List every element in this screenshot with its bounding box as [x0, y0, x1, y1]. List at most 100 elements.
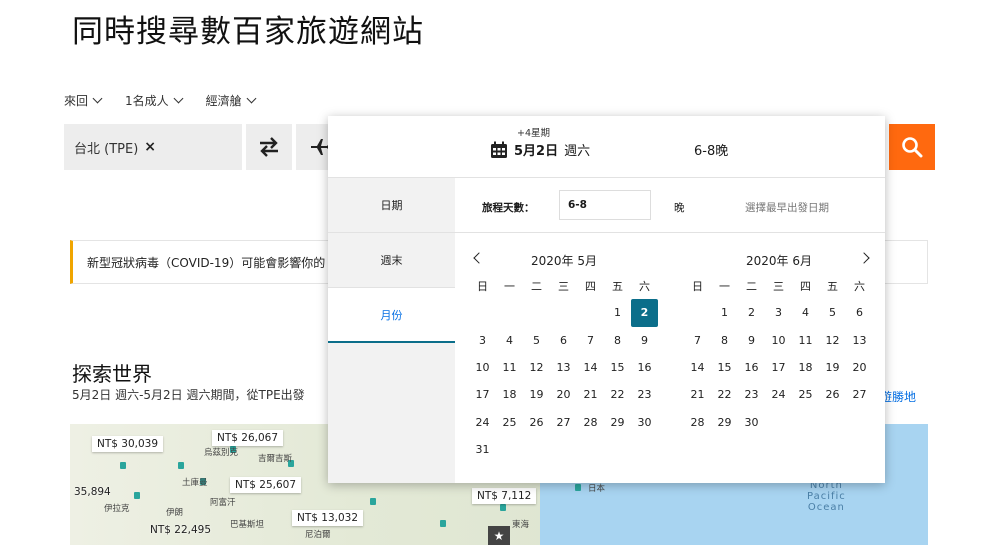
day-cell[interactable]: 7: [684, 327, 711, 354]
map-label: 土庫曼: [182, 478, 208, 488]
map-price-label[interactable]: NT$ 13,032: [292, 510, 364, 526]
day-cell[interactable]: 21: [577, 381, 604, 408]
day-cell[interactable]: 5: [819, 299, 846, 326]
weekday-header: 日: [692, 279, 703, 293]
nights-field[interactable]: 6-8晚: [694, 140, 728, 159]
day-cell[interactable]: 8: [711, 327, 738, 354]
clear-origin-icon[interactable]: ×: [144, 139, 156, 155]
day-cell[interactable]: 29: [604, 408, 631, 435]
day-cell[interactable]: 7: [577, 327, 604, 354]
day-cell[interactable]: 27: [846, 381, 873, 408]
day-cell[interactable]: 28: [684, 408, 711, 435]
day-cell[interactable]: 28: [577, 408, 604, 435]
origin-field[interactable]: 台北 (TPE) ×: [64, 124, 242, 170]
day-cell[interactable]: 1: [604, 299, 631, 326]
map-pin-icon[interactable]: [575, 484, 581, 491]
cabin-dropdown[interactable]: 經濟艙: [205, 92, 257, 109]
trip-type-dropdown[interactable]: 來回: [64, 92, 103, 109]
day-cell[interactable]: 11: [496, 354, 523, 381]
day-cell-selected[interactable]: 2: [631, 299, 658, 327]
duration-input[interactable]: 6-8: [559, 190, 651, 220]
day-cell[interactable]: 2: [738, 299, 765, 326]
day-cell[interactable]: 20: [550, 381, 577, 408]
day-cell[interactable]: 8: [604, 327, 631, 354]
day-cell[interactable]: 26: [819, 381, 846, 408]
calendar-header: 2020年 6月: [684, 248, 874, 272]
day-cell[interactable]: 12: [819, 327, 846, 354]
day-cell[interactable]: 13: [550, 354, 577, 381]
swap-button[interactable]: [246, 124, 292, 170]
day-cell[interactable]: 10: [469, 354, 496, 381]
travelers-dropdown[interactable]: 1名成人: [125, 92, 184, 109]
day-cell[interactable]: 24: [469, 408, 496, 435]
map-price-label[interactable]: NT$ 25,607: [230, 477, 302, 493]
day-cell[interactable]: 15: [604, 354, 631, 381]
day-cell[interactable]: 20: [846, 354, 873, 381]
day-cell[interactable]: 4: [496, 327, 523, 354]
map-pin-icon[interactable]: [500, 504, 506, 511]
day-cell[interactable]: 23: [738, 381, 765, 408]
day-cell[interactable]: 25: [496, 408, 523, 435]
star-icon[interactable]: ★: [488, 526, 510, 545]
day-cell[interactable]: 3: [765, 299, 792, 326]
day-cell[interactable]: 23: [631, 381, 658, 408]
tab-weekends[interactable]: 週末: [328, 233, 455, 288]
day-cell[interactable]: 22: [604, 381, 631, 408]
chevron-down-icon: [173, 93, 184, 104]
day-cell[interactable]: 14: [684, 354, 711, 381]
day-cell[interactable]: 27: [550, 408, 577, 435]
map-price-label[interactable]: NT$ 22,495: [150, 524, 211, 536]
day-cell[interactable]: 14: [577, 354, 604, 381]
day-cell[interactable]: 10: [765, 327, 792, 354]
day-cell[interactable]: 9: [631, 327, 658, 354]
day-cell[interactable]: 26: [523, 408, 550, 435]
map-pin-icon[interactable]: [134, 492, 140, 499]
map-price-label[interactable]: 35,894: [74, 486, 111, 498]
map-pin-icon[interactable]: [120, 462, 126, 469]
day-cell[interactable]: 1: [711, 299, 738, 326]
departure-date-field[interactable]: 5月2日 週六: [490, 140, 590, 159]
duration-note: 選擇最早出發日期: [745, 202, 829, 214]
search-button[interactable]: [889, 124, 935, 170]
map-pin-icon[interactable]: [440, 520, 446, 527]
day-cell[interactable]: 16: [631, 354, 658, 381]
chevron-left-icon[interactable]: [473, 252, 485, 264]
map-pin-icon[interactable]: [370, 498, 376, 505]
day-cell[interactable]: 19: [523, 381, 550, 408]
cabin-label: 經濟艙: [205, 94, 242, 108]
day-cell[interactable]: 16: [738, 354, 765, 381]
day-cell[interactable]: 12: [523, 354, 550, 381]
day-cell[interactable]: 5: [523, 327, 550, 354]
map-pin-icon[interactable]: [178, 462, 184, 469]
day-cell[interactable]: 31: [469, 436, 496, 463]
plane-icon: [311, 139, 330, 155]
day-cell[interactable]: 4: [792, 299, 819, 326]
day-cell[interactable]: 19: [819, 354, 846, 381]
page-headline: 同時搜尋數百家旅遊網站: [72, 14, 424, 50]
day-cell[interactable]: 30: [631, 408, 658, 435]
day-cell[interactable]: 30: [738, 408, 765, 435]
day-cell[interactable]: 6: [550, 327, 577, 354]
day-cell[interactable]: 13: [846, 327, 873, 354]
map-price-label[interactable]: NT$ 26,067: [212, 430, 284, 446]
day-cell[interactable]: 25: [792, 381, 819, 408]
tab-months[interactable]: 月份: [328, 288, 455, 343]
map-price-label[interactable]: NT$ 7,112: [472, 488, 537, 504]
day-cell[interactable]: 18: [792, 354, 819, 381]
day-cell[interactable]: 21: [684, 381, 711, 408]
day-cell[interactable]: 15: [711, 354, 738, 381]
day-cell[interactable]: 18: [496, 381, 523, 408]
tab-dates[interactable]: 日期: [328, 178, 455, 233]
explore-subtitle: 5月2日 週六-5月2日 週六期間，從TPE出發: [72, 388, 305, 402]
day-cell[interactable]: 11: [792, 327, 819, 354]
day-cell[interactable]: 29: [711, 408, 738, 435]
day-cell[interactable]: 24: [765, 381, 792, 408]
day-cell[interactable]: 22: [711, 381, 738, 408]
day-cell[interactable]: 9: [738, 327, 765, 354]
day-cell[interactable]: 3: [469, 327, 496, 354]
day-cell[interactable]: 6: [846, 299, 873, 326]
chevron-right-icon[interactable]: [858, 252, 870, 264]
day-cell[interactable]: 17: [469, 381, 496, 408]
map-price-label[interactable]: NT$ 30,039: [92, 436, 164, 452]
day-cell[interactable]: 17: [765, 354, 792, 381]
